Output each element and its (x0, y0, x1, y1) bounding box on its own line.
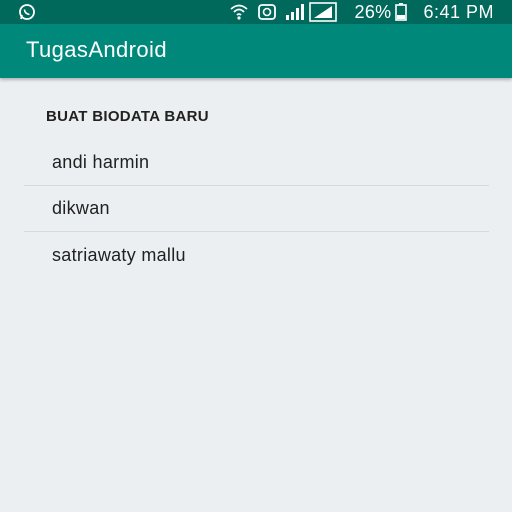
data-saver-icon (257, 3, 277, 21)
signal-2-icon (308, 2, 337, 22)
app-bar: TugasAndroid (0, 24, 512, 78)
wifi-icon (229, 3, 249, 21)
list-item[interactable]: andi harmin (24, 140, 489, 186)
list-item[interactable]: dikwan (24, 186, 489, 232)
signal-icon (285, 3, 307, 21)
list-item[interactable]: satriawaty mallu (24, 232, 489, 278)
battery-percent: 26% (354, 1, 392, 22)
create-biodata-button[interactable]: BUAT BIODATA BARU (46, 108, 209, 125)
app-title: TugasAndroid (26, 37, 167, 62)
whatsapp-icon (17, 3, 37, 21)
main-content: BUAT BIODATA BARU andi harmin dikwan sat… (0, 80, 512, 512)
clock: 6:41 PM (423, 1, 494, 22)
status-bar: 26% 6:41 PM (0, 0, 512, 24)
battery-icon (395, 3, 408, 21)
biodata-list: andi harmin dikwan satriawaty mallu (24, 140, 489, 278)
status-icons: 26% 6:41 PM (221, 0, 494, 24)
